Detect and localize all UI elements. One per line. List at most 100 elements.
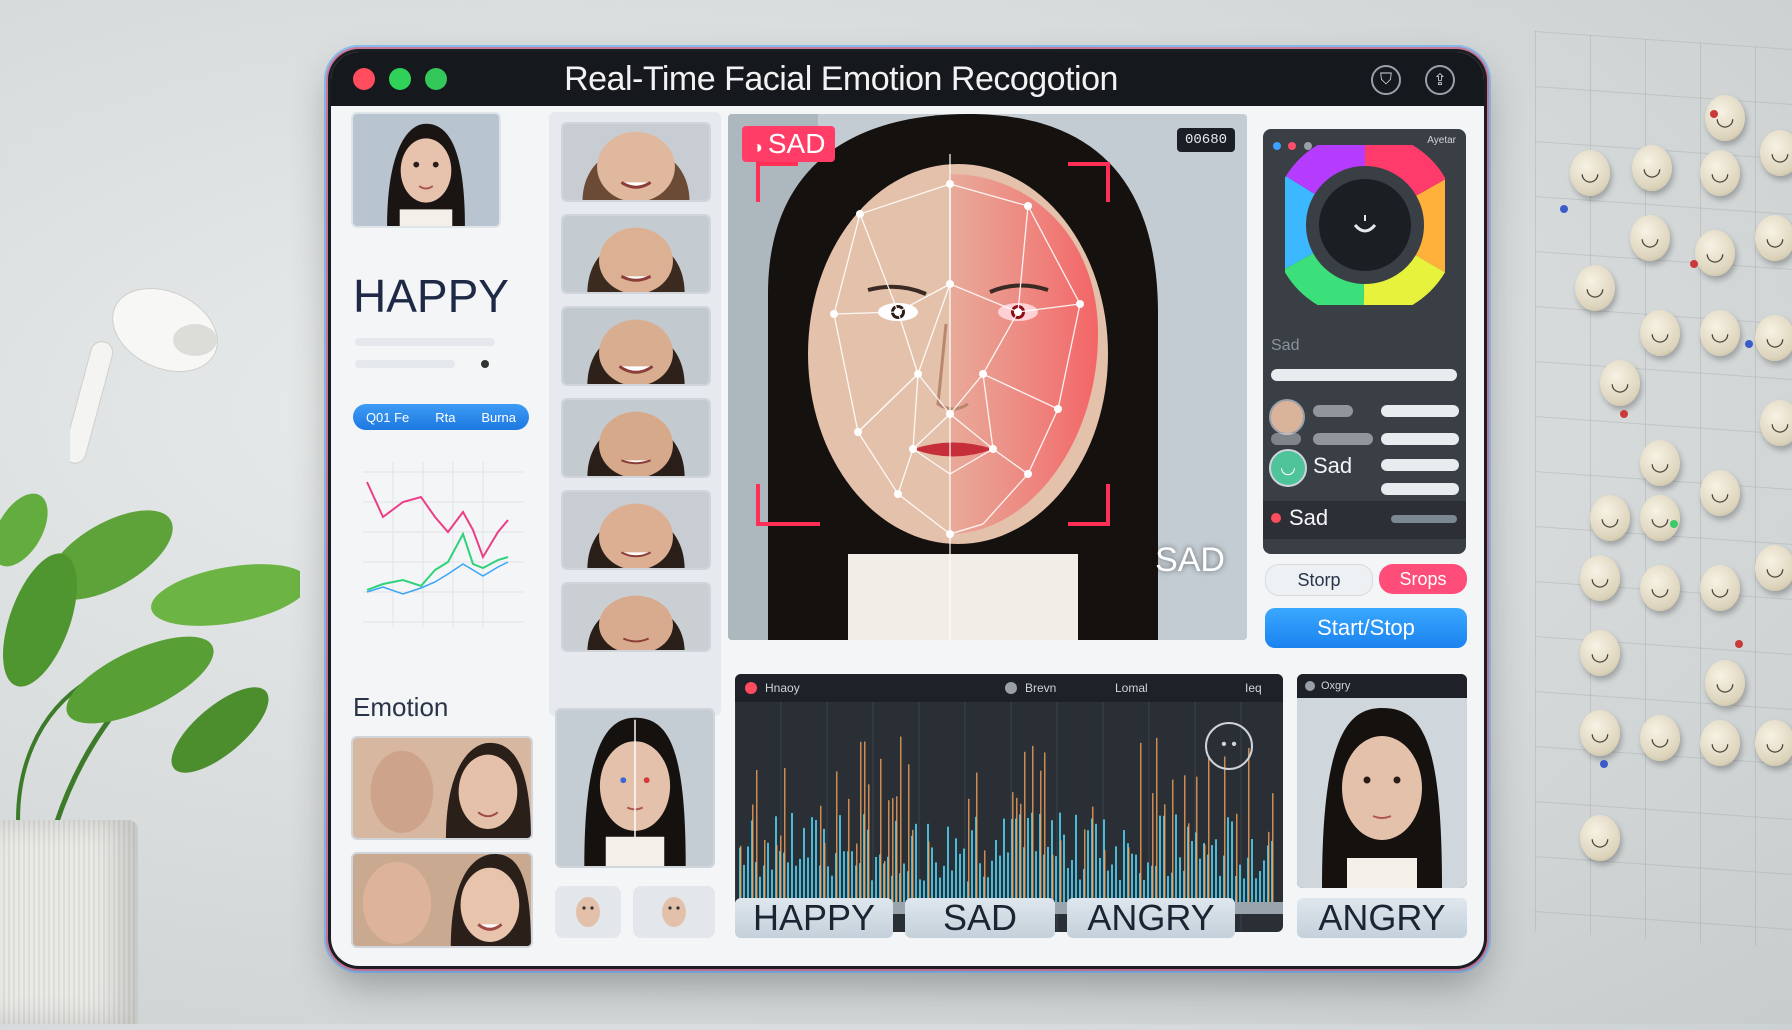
shield-icon[interactable]: ⛉ [1371, 65, 1401, 95]
waveform-spike [860, 741, 862, 902]
progress-bar [1381, 483, 1459, 495]
face-list-item[interactable] [561, 582, 711, 652]
stop-button[interactable]: Storp [1265, 564, 1373, 596]
waveform-spike [1196, 776, 1198, 902]
waveform-spike [1052, 854, 1054, 902]
sad-button[interactable]: SAD [905, 897, 1055, 938]
emotion-waveform-panel: Hnaoy Brevn Lomal Ieq • • [735, 674, 1283, 932]
emotion-color-wheel[interactable] [1285, 145, 1445, 305]
mini-face-icon [576, 897, 600, 927]
wall-emoji: ◡ [1580, 815, 1620, 861]
happy-button[interactable]: HAPPY [735, 897, 893, 938]
waveform-bar [747, 846, 749, 902]
emotion-list-item-label: Sad [1313, 453, 1353, 478]
waveform-bar [1035, 851, 1037, 902]
bottom-right-header: Oxgry [1297, 674, 1467, 698]
waveform-bar [843, 851, 845, 902]
waveform-spike [896, 796, 898, 902]
wall-emoji: ◡ [1755, 315, 1792, 361]
mini-face-button-2[interactable] [633, 886, 715, 938]
waveform-header-right: Lomal [1115, 681, 1148, 695]
start-stop-button[interactable]: Start/Stop [1265, 608, 1467, 648]
wall-emoji: ◡ [1630, 215, 1670, 261]
progress-bar [1313, 405, 1353, 417]
plant-pot [0, 820, 138, 1024]
emotion-result-label: HAPPY [353, 270, 509, 322]
left-action-button[interactable]: Q01 Fe Rta Burna [353, 404, 529, 430]
waveform-bar [1047, 846, 1049, 902]
waveform-spike [1184, 775, 1186, 902]
waveform-bar [1071, 859, 1073, 902]
wall-emoji: ◡ [1705, 660, 1745, 706]
waveform-bar [815, 820, 817, 902]
waveform-spike [908, 764, 910, 902]
waveform-bar [1255, 878, 1257, 902]
waveform-bar [1263, 860, 1265, 902]
waveform-spike [1016, 797, 1018, 902]
earbud-decoration [70, 287, 218, 464]
minimize-button[interactable] [389, 68, 411, 90]
waveform-header: Hnaoy Brevn Lomal Ieq [735, 674, 1283, 702]
wall-emoji: ◡ [1590, 495, 1630, 541]
share-icon[interactable]: ⇪ [1425, 65, 1455, 95]
waveform-bar [1003, 818, 1005, 902]
progress-bar [1381, 433, 1459, 445]
face-list-item[interactable] [561, 122, 711, 202]
stop-pink-button[interactable]: Srops [1379, 564, 1467, 594]
close-button[interactable] [353, 68, 375, 90]
waveform-spike [1032, 745, 1034, 902]
waveform-spike [1268, 831, 1270, 902]
wall-emoji: ◡ [1632, 145, 1672, 191]
waveform-bar [875, 856, 877, 902]
waveform-spike [764, 839, 766, 902]
wall-emoji: ◡ [1640, 495, 1680, 541]
emotion-thumb-1[interactable] [351, 736, 533, 840]
trend-line-happy [366, 481, 509, 560]
progress-bar [1313, 433, 1373, 445]
wall-emoji: ◡ [1700, 310, 1740, 356]
waveform-spike [1060, 840, 1062, 902]
camera-preview[interactable] [351, 112, 501, 228]
waveform-bar [1251, 839, 1253, 902]
waveform-spike [1208, 757, 1210, 902]
waveform-spike [1236, 813, 1238, 902]
wall-dot [1620, 410, 1628, 418]
face-list-item[interactable] [561, 306, 711, 386]
wall-emoji: ◡ [1575, 265, 1615, 311]
main-camera-viewer[interactable]: ◑ SAD 00680 SAD [728, 114, 1247, 640]
progress-bar [1271, 433, 1301, 445]
left-action-label-1: Q01 Fe [365, 409, 410, 425]
waveform-spike [820, 805, 822, 902]
mini-face-button-1[interactable] [555, 886, 621, 938]
waveform-bar [915, 823, 917, 902]
waveform-bar [1215, 839, 1217, 902]
angry-button[interactable]: ANGRY [1067, 897, 1235, 938]
viewer-result-label: SAD [1155, 541, 1225, 579]
waveform-bar [1211, 845, 1213, 902]
waveform-bar [1075, 814, 1077, 902]
angry-secondary-label: ANGRY [1318, 897, 1446, 938]
left-action-label-3: Burna [481, 409, 517, 425]
emotion-list-item-label: Sad [1289, 505, 1329, 530]
waveform-spike [756, 769, 758, 902]
emotion-thumb-2[interactable] [351, 852, 533, 948]
waveform-spike [1092, 806, 1094, 902]
face-list-item[interactable] [561, 490, 711, 570]
waveform-bar [1131, 853, 1133, 902]
angry-button-secondary[interactable]: ANGRY [1297, 897, 1467, 938]
bottom-right-preview[interactable]: Oxgry [1297, 674, 1467, 888]
waveform-spike [1140, 742, 1142, 902]
analysis-preview[interactable] [555, 708, 715, 868]
waveform-spike [1040, 770, 1042, 902]
wall-emoji: ◡ [1755, 720, 1792, 766]
stop-pink-button-label: Srops [1399, 568, 1447, 589]
maximize-button[interactable] [425, 68, 447, 90]
face-list-item[interactable] [561, 214, 711, 294]
faded-emotion-label: Sad [1271, 337, 1300, 354]
wall-emoji: ◡ [1580, 630, 1620, 676]
waveform-spike [784, 767, 786, 902]
waveform-bar [903, 863, 905, 902]
wall-emoji: ◡ [1700, 565, 1740, 611]
wall-emoji: ◡ [1640, 440, 1680, 486]
face-list-item[interactable] [561, 398, 711, 478]
